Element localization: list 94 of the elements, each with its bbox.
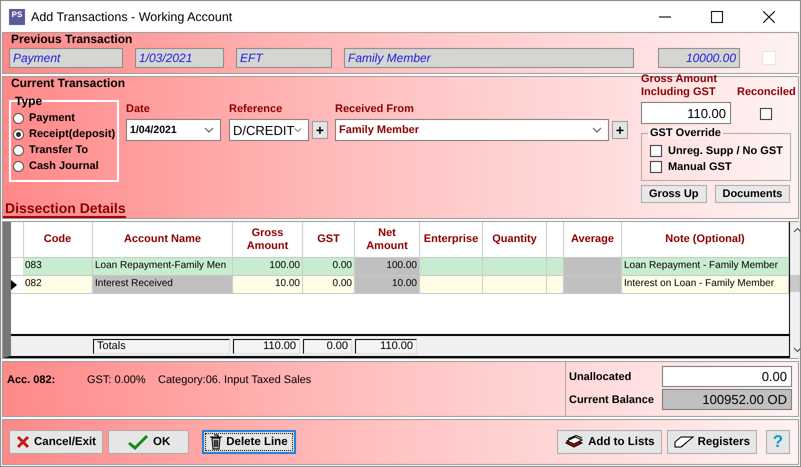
previous-amount-field: 10000.00 bbox=[658, 48, 740, 68]
column-header: Enterprise bbox=[420, 222, 483, 257]
table-cell[interactable] bbox=[420, 276, 483, 293]
received-from-dropdown[interactable]: Family Member bbox=[335, 119, 610, 141]
table-cell[interactable]: 100.00 bbox=[355, 258, 420, 275]
add-button[interactable]: + bbox=[612, 121, 628, 139]
ok-button[interactable]: OK bbox=[108, 430, 190, 454]
column-header: Quantity bbox=[483, 222, 547, 257]
checkbox[interactable] bbox=[650, 145, 662, 157]
column-header: Average bbox=[564, 222, 622, 257]
section-legend: Previous Transaction bbox=[11, 33, 798, 46]
table-cell[interactable]: 083 bbox=[23, 258, 93, 275]
add-to-lists-button[interactable]: Add to Lists bbox=[557, 430, 662, 454]
radio-option[interactable]: Payment bbox=[13, 110, 117, 126]
stack-icon bbox=[564, 435, 584, 449]
table-cell[interactable] bbox=[547, 276, 564, 293]
received-from-label: Received From bbox=[335, 102, 415, 117]
totals-cell: 110.00 bbox=[355, 338, 417, 354]
column-header: Net Amount bbox=[355, 222, 420, 257]
trash-icon bbox=[210, 434, 222, 450]
table-cell[interactable] bbox=[547, 258, 564, 275]
checkbox-label: Unreg. Supp / No GST bbox=[668, 145, 783, 157]
section-heading: Dissection Details bbox=[3, 200, 126, 218]
chevron-icon bbox=[204, 127, 214, 133]
scroll-thumb[interactable] bbox=[790, 275, 800, 292]
app-icon: PS bbox=[9, 8, 25, 24]
checkbox-label: Manual GST bbox=[668, 161, 732, 173]
table-cell[interactable] bbox=[564, 258, 622, 275]
checkbox[interactable] bbox=[650, 161, 662, 173]
previous-date-field: 1/03/2021 bbox=[135, 48, 224, 68]
table-row[interactable]: 082 Interest Received 10.00 0.00 10.00 Interest on Loan - Family Member bbox=[11, 275, 789, 293]
section-legend: Current Transaction bbox=[11, 77, 126, 90]
totals-cell: 110.00 bbox=[233, 338, 300, 354]
account-category: Category:06. Input Taxed Sales bbox=[158, 374, 312, 386]
action-button[interactable]: Documents bbox=[714, 185, 790, 203]
registers-button[interactable]: Registers bbox=[666, 430, 757, 454]
reference-label: Reference bbox=[229, 102, 284, 117]
previous-type-field: Payment bbox=[9, 48, 123, 68]
delete-button[interactable]: Delete Line bbox=[202, 430, 296, 454]
scroll-up-icon[interactable] bbox=[792, 227, 800, 233]
table-cell[interactable] bbox=[420, 258, 483, 275]
column-header: Code bbox=[23, 222, 93, 257]
window-title: Add Transactions - Working Account bbox=[31, 10, 232, 24]
current-balance-field: 100952.00 OD bbox=[662, 389, 792, 410]
radio-option[interactable]: Receipt(deposit) bbox=[13, 126, 117, 142]
cancel-button[interactable]: Cancel/Exit bbox=[9, 430, 103, 454]
column-header: Account Name bbox=[93, 222, 233, 257]
table-cell[interactable] bbox=[483, 258, 547, 275]
x-icon bbox=[16, 435, 30, 449]
scrollbar[interactable] bbox=[790, 222, 800, 358]
check-icon bbox=[127, 434, 149, 450]
table-cell[interactable]: Interest on Loan - Family Member bbox=[622, 276, 789, 293]
chevron-icon bbox=[294, 127, 302, 133]
unallocated-field: 0.00 bbox=[662, 366, 792, 387]
totals-label: Totals bbox=[93, 338, 230, 354]
current-row-icon bbox=[11, 280, 17, 290]
close-icon[interactable] bbox=[763, 10, 775, 22]
current-balance-label: Current Balance bbox=[569, 394, 655, 406]
previous-reference-field: EFT bbox=[236, 48, 332, 68]
previous-payee-field: Family Member bbox=[344, 48, 634, 68]
reference-dropdown[interactable]: D/CREDIT bbox=[229, 119, 309, 141]
table-cell[interactable]: Loan Repayment-Family Men bbox=[93, 258, 233, 275]
table-cell[interactable]: Loan Repayment - Family Member bbox=[622, 258, 789, 275]
table-cell[interactable]: 082 bbox=[23, 276, 93, 293]
column-header: GST bbox=[303, 222, 355, 257]
account-code: Acc. 082: bbox=[7, 374, 56, 386]
table-row[interactable]: 083 Loan Repayment-Family Men 100.00 0.00 100.00 Loan Repayment - Family Member bbox=[11, 257, 789, 275]
table-cell[interactable]: 10.00 bbox=[233, 276, 303, 293]
gross-amount-field[interactable]: 110.00 bbox=[641, 102, 731, 124]
scroll-down-icon[interactable] bbox=[792, 347, 800, 353]
date-picker[interactable]: 1/04/2021 bbox=[126, 119, 221, 141]
add-button[interactable]: + bbox=[312, 121, 328, 139]
group-legend: Type bbox=[15, 94, 42, 108]
radio-option[interactable]: Transfer To bbox=[13, 142, 117, 158]
table-cell[interactable]: 10.00 bbox=[355, 276, 420, 293]
unallocated-label: Unallocated bbox=[569, 370, 632, 382]
totals-cell: 0.00 bbox=[303, 338, 352, 354]
table-cell[interactable]: 0.00 bbox=[303, 258, 355, 275]
reconciled-checkbox[interactable] bbox=[760, 108, 772, 120]
date-label: Date bbox=[126, 102, 151, 117]
table-cell[interactable]: 0.00 bbox=[303, 276, 355, 293]
radio-option[interactable]: Cash Journal bbox=[13, 158, 117, 174]
group-legend: GST Override bbox=[648, 127, 723, 139]
reconciled-label: Reconciled bbox=[737, 86, 796, 100]
gst-rate: GST: 0.00% bbox=[87, 374, 147, 386]
table-cell[interactable] bbox=[564, 276, 622, 293]
table-cell[interactable]: Interest Received bbox=[93, 276, 233, 293]
column-header: Note (Optional) bbox=[622, 222, 789, 257]
table-cell[interactable]: 100.00 bbox=[233, 258, 303, 275]
chevron-icon bbox=[592, 127, 602, 133]
action-button[interactable]: Gross Up bbox=[641, 185, 707, 203]
maximize-icon[interactable] bbox=[711, 10, 723, 22]
table-cell[interactable] bbox=[483, 276, 547, 293]
column-header: Gross Amount bbox=[233, 222, 303, 257]
